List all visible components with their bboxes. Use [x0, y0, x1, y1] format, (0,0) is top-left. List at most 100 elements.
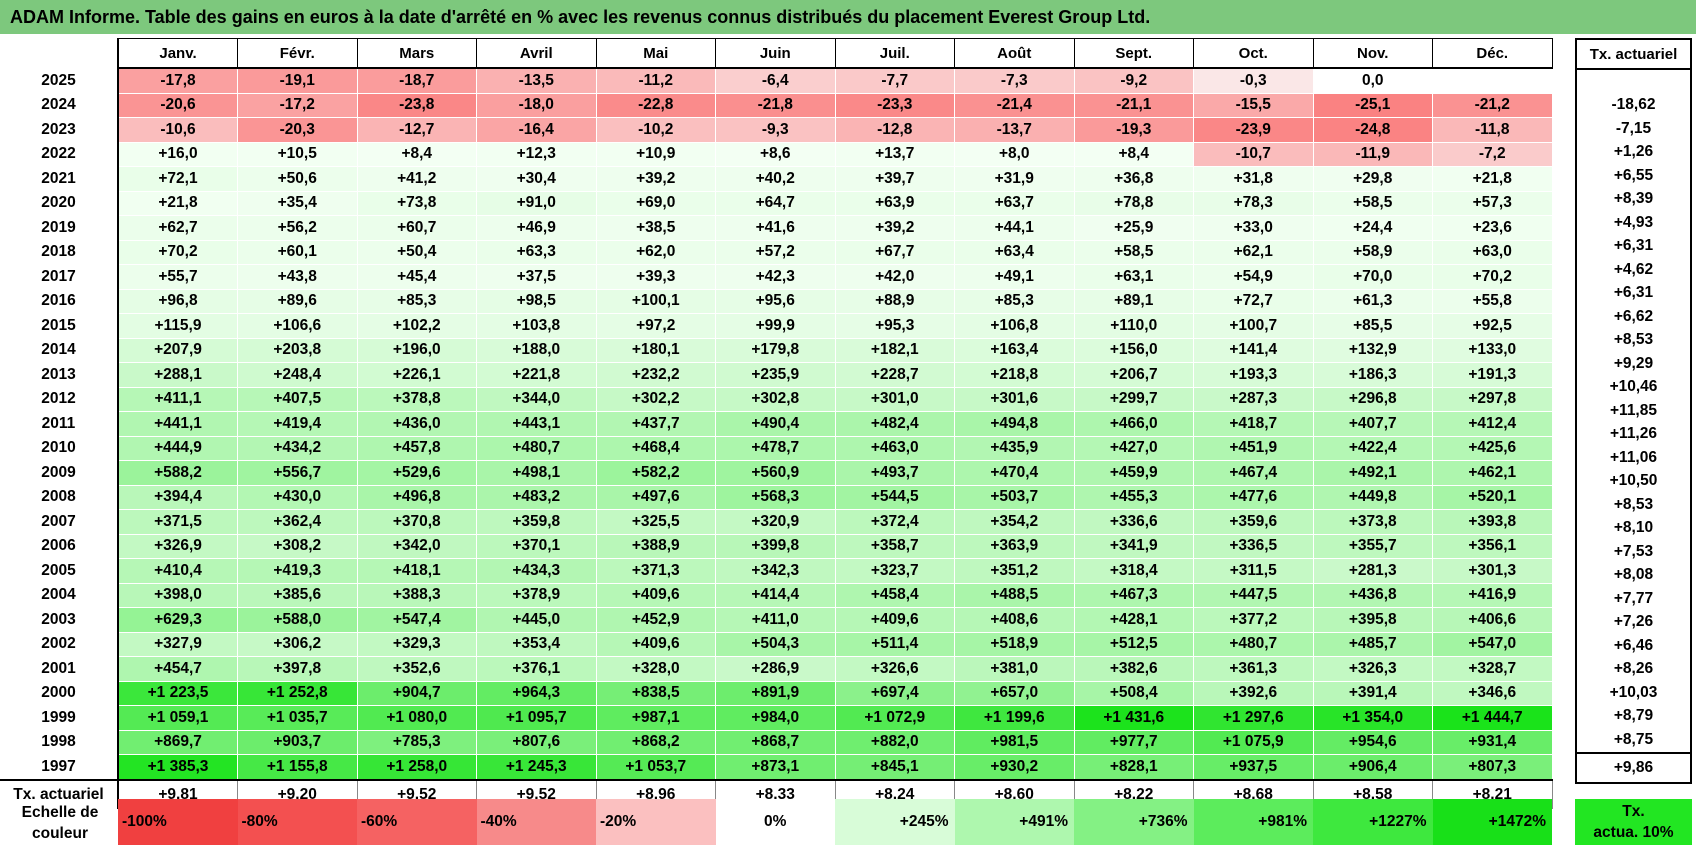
table-row: 2020 +21,8 +35,4 +73,8 +91,0 +69,0 +64,7 +63,9 +… [0, 190, 1553, 216]
actuarial-rate-cell: +8,26 [1576, 657, 1691, 681]
gain-cell: +342,0 [356, 533, 477, 559]
actuarial-rate-cell: +1,26 [1576, 140, 1691, 164]
actuarial-rate-cell: +8,10 [1576, 516, 1691, 540]
year-label: 2021 [0, 166, 119, 191]
color-scale-swatch: -40% [476, 799, 596, 845]
gain-cell: +58,9 [1312, 239, 1433, 265]
gain-cell: -7,7 [834, 67, 955, 94]
gain-cell: +388,9 [595, 533, 716, 559]
gain-cell: +44,1 [954, 215, 1075, 241]
gain-cell: -24,8 [1312, 117, 1433, 143]
gain-cell: +427,0 [1073, 435, 1194, 461]
gain-cell: +88,9 [834, 288, 955, 314]
gain-cell: +336,5 [1193, 533, 1314, 559]
gain-cell: +346,6 [1432, 680, 1553, 706]
gain-cell: +40,2 [715, 166, 836, 192]
gain-cell: +409,6 [595, 631, 716, 657]
gain-cell: +50,6 [237, 166, 358, 192]
gain-cell: +483,2 [476, 484, 597, 510]
gain-cell: +954,6 [1312, 729, 1433, 755]
gain-cell: +418,1 [356, 558, 477, 584]
table-row: 2013 +288,1 +248,4 +226,1 +221,8 +232,2 +235,9… [0, 362, 1553, 388]
gain-cell: +544,5 [834, 484, 955, 510]
gain-cell: +511,4 [834, 631, 955, 657]
gain-cell: +497,6 [595, 484, 716, 510]
year-label: 2000 [0, 681, 119, 706]
gain-cell: +63,9 [834, 190, 955, 216]
gain-cell: +414,4 [715, 582, 836, 608]
gain-cell: +356,1 [1432, 533, 1553, 559]
year-label: 2002 [0, 632, 119, 657]
gain-cell: +62,0 [595, 239, 716, 265]
gain-cell: +106,6 [237, 313, 358, 339]
year-label: 2011 [0, 411, 119, 436]
gain-cell: +341,9 [1073, 533, 1194, 559]
gain-cell: +462,1 [1432, 460, 1553, 486]
year-label: 2019 [0, 215, 119, 240]
gain-cell: +141,4 [1193, 337, 1314, 363]
gain-cell: +882,0 [834, 729, 955, 755]
gain-cell: -20,6 [117, 92, 238, 118]
actuarial-rate-cell: +10,50 [1576, 469, 1691, 493]
gain-cell: +378,8 [356, 386, 477, 412]
gain-cell: +72,1 [117, 166, 238, 192]
gain-cell: +132,9 [1312, 337, 1433, 363]
gain-cell: +78,8 [1073, 190, 1194, 216]
gain-cell: +454,7 [117, 656, 238, 682]
gain-cell: +445,0 [476, 607, 597, 633]
gain-cell: +41,2 [356, 166, 477, 192]
table-row: 2019 +62,7 +56,2 +60,7 +46,9 +38,5 +41,6 +39,2 +… [0, 215, 1553, 241]
gain-cell: +226,1 [356, 362, 477, 388]
gain-cell: +110,0 [1073, 313, 1194, 339]
year-label: 2007 [0, 509, 119, 534]
gain-cell: +372,4 [834, 509, 955, 535]
gain-cell: +89,6 [237, 288, 358, 314]
gain-cell: +58,5 [1312, 190, 1433, 216]
gain-cell: +416,9 [1432, 582, 1553, 608]
gain-cell: +377,2 [1193, 607, 1314, 633]
gain-cell: +419,4 [237, 411, 358, 437]
color-scale-swatch: -60% [357, 799, 477, 845]
gain-cell: +361,3 [1193, 656, 1314, 682]
gain-cell: +409,6 [595, 582, 716, 608]
gain-cell: +92,5 [1432, 313, 1553, 339]
gain-cell: +370,8 [356, 509, 477, 535]
actuarial-rate-cell: +7,26 [1576, 610, 1691, 634]
gain-cell: +436,0 [356, 411, 477, 437]
table-row: 2024 -20,6 -17,2 -23,8 -18,0 -22,8 -21,8 -23,3-… [0, 92, 1553, 118]
actuarial-rate-cell: +8,08 [1576, 563, 1691, 587]
color-scale-swatch: -100% [118, 799, 238, 845]
gain-cell: +359,6 [1193, 509, 1314, 535]
actuarial-rate-cell: -7,15 [1576, 117, 1691, 141]
gain-cell: -10,2 [595, 117, 716, 143]
gain-cell: -23,9 [1193, 117, 1314, 143]
gain-cell: +62,1 [1193, 239, 1314, 265]
gain-cell: +301,3 [1432, 558, 1553, 584]
gain-cell: +1 053,7 [595, 754, 716, 781]
table-row: 2014 +207,9 +203,8 +196,0 +188,0 +180,1 +179,8… [0, 337, 1553, 363]
gain-cell: +449,8 [1312, 484, 1433, 510]
year-label: 2009 [0, 460, 119, 485]
gain-cell: -21,2 [1432, 92, 1553, 118]
actuarial-rate-cell: +8,75 [1576, 728, 1691, 753]
gain-cell: +91,0 [476, 190, 597, 216]
gain-cell: +156,0 [1073, 337, 1194, 363]
gain-cell: +556,7 [237, 460, 358, 486]
gain-cell: +69,0 [595, 190, 716, 216]
gain-cell: +29,8 [1312, 166, 1433, 192]
gain-cell: +891,9 [715, 680, 836, 706]
gain-cell: +373,8 [1312, 509, 1433, 535]
table-row: 2004 +398,0 +385,6 +388,3 +378,9 +409,6 +414,4… [0, 582, 1553, 608]
actuarial-rate-area: Tx. actuariel -18,62 -7,15 +1,26 +6,55 +8,39… [1575, 38, 1692, 784]
actuarial-rate-cell [1576, 69, 1691, 94]
gain-cell: +362,4 [237, 509, 358, 535]
color-scale-swatch: +245% [835, 799, 955, 845]
gain-cell: -6,4 [715, 67, 836, 94]
report-title: ADAM Informe. Table des gains en euros à… [0, 0, 1696, 34]
gain-cell: -11,2 [595, 67, 716, 94]
gain-cell: +459,9 [1073, 460, 1194, 486]
gain-cell: +399,8 [715, 533, 836, 559]
gain-cell: +977,7 [1073, 729, 1194, 755]
gain-cell: +235,9 [715, 362, 836, 388]
gain-cell: +503,7 [954, 484, 1075, 510]
